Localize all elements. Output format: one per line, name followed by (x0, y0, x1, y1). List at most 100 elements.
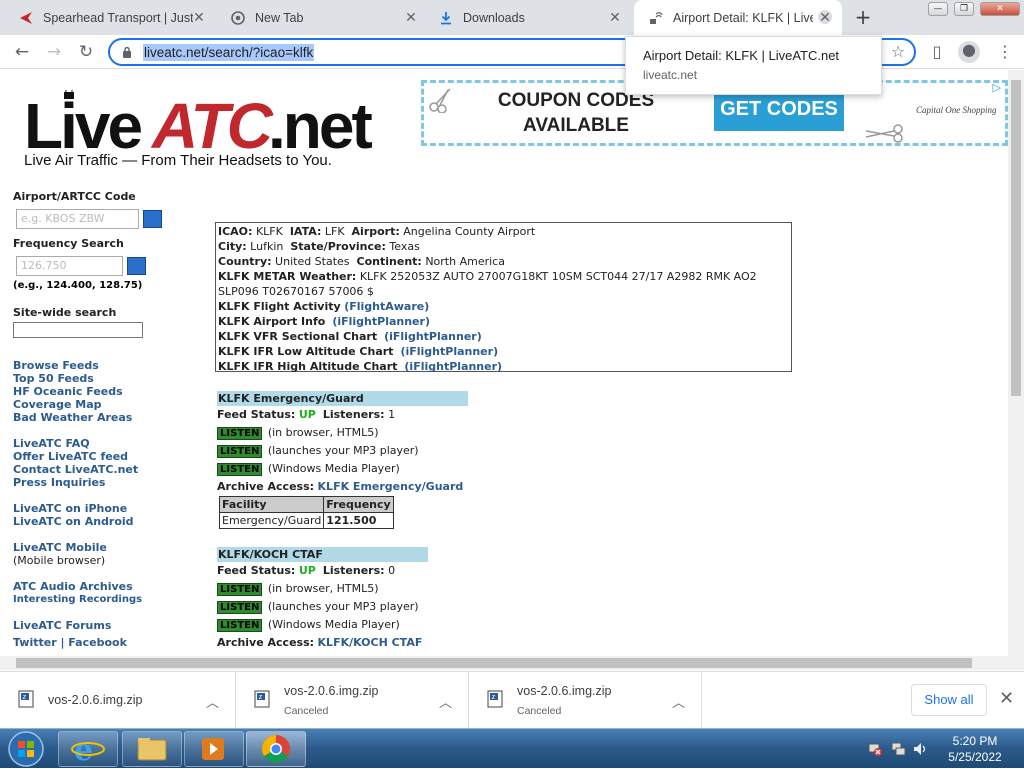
state-value: Texas (389, 240, 420, 253)
link-browse-feeds[interactable]: Browse Feeds (13, 359, 193, 372)
media-player-icon (202, 738, 224, 760)
tab-new-tab[interactable]: New Tab ✕ (216, 0, 428, 35)
ad-line-2: AVAILABLE (523, 115, 629, 136)
tab-spearhead[interactable]: Spearhead Transport | Just ✕ (4, 0, 216, 35)
system-clock[interactable]: 5:20 PM 5/25/2022 (930, 733, 1020, 765)
horizontal-scrollbar[interactable] (0, 656, 1008, 670)
link-contact[interactable]: Contact LiveATC.net (13, 463, 193, 476)
chevron-up-icon[interactable]: ︿ (672, 692, 685, 711)
svg-text:z: z (23, 693, 27, 701)
close-tab-icon[interactable]: ✕ (608, 10, 622, 24)
iflightplanner-link[interactable]: (iFlightPlanner) (400, 345, 498, 358)
continent-label: Continent: (356, 255, 422, 268)
info-row-ifr-low-chart: KLFK IFR Low Altitude Chart (iFlightPlan… (218, 344, 789, 359)
taskbar-chrome[interactable] (246, 731, 306, 767)
airport-code-input[interactable]: e.g. KBOS ZBW (16, 209, 139, 229)
link-offer-feed[interactable]: Offer LiveATC feed (13, 450, 193, 463)
side-panel-icon[interactable]: ▯ (928, 43, 946, 61)
search-go-icon[interactable] (143, 210, 162, 228)
chevron-up-icon[interactable]: ︿ (206, 692, 219, 711)
iflightplanner-link[interactable]: (iFlightPlanner) (404, 360, 502, 373)
taskbar-internet-explorer[interactable]: e (58, 731, 118, 768)
download-item[interactable]: z vos-2.0.6.img.zip Canceled ︿ (236, 672, 469, 729)
archive-link[interactable]: KLFK/KOCH CTAF (318, 636, 423, 649)
link-press-inquiries[interactable]: Press Inquiries (13, 476, 193, 489)
link-audio-archives[interactable]: ATC Audio Archives (13, 580, 193, 593)
link-interesting-recordings[interactable]: Interesting Recordings (13, 593, 193, 606)
link-forums[interactable]: LiveATC Forums (13, 619, 193, 632)
link-bad-weather-areas[interactable]: Bad Weather Areas (13, 411, 193, 424)
new-tab-button[interactable]: + (853, 7, 873, 27)
back-arrow-icon[interactable]: ← (12, 42, 32, 62)
link-faq[interactable]: LiveATC FAQ (13, 437, 193, 450)
close-window-button[interactable]: ✕ (980, 2, 1020, 16)
link-top-50-feeds[interactable]: Top 50 Feeds (13, 372, 193, 385)
info-row-codes: ICAO: KLFK IATA: LFK Airport: Angelina C… (218, 224, 789, 239)
url-text[interactable]: liveatc.net/search/?icao=klfk (143, 44, 315, 61)
info-row-flight-activity: KLFK Flight Activity (FlightAware) (218, 299, 789, 314)
listen-button[interactable]: LISTEN (217, 463, 263, 476)
taskbar-media-player[interactable] (184, 731, 244, 767)
tab-strip: Spearhead Transport | Just ✕ New Tab ✕ D… (0, 0, 1024, 35)
adchoices-icon[interactable]: ▷ (993, 81, 1001, 94)
listen-button[interactable]: LISTEN (217, 601, 263, 614)
link-iphone[interactable]: LiveATC on iPhone (13, 502, 193, 515)
listen-button[interactable]: LISTEN (217, 427, 263, 440)
continent-value: North America (425, 255, 505, 268)
tab-airport-detail[interactable]: Airport Detail: KLFK | LiveA ✕ (634, 0, 842, 35)
link-hf-oceanic-feeds[interactable]: HF Oceanic Feeds (13, 385, 193, 398)
close-icon[interactable]: ✕ (999, 688, 1014, 709)
link-mobile[interactable]: LiveATC Mobile (13, 541, 193, 554)
tab-downloads[interactable]: Downloads ✕ (424, 0, 632, 35)
scissors-icon (865, 124, 903, 143)
archive-link[interactable]: KLFK Emergency/Guard (318, 480, 464, 493)
icao-value: KLFK (255, 225, 283, 238)
archive-label: Archive Access: (217, 480, 315, 493)
download-status: Canceled (284, 705, 329, 717)
link-android[interactable]: LiveATC on Android (13, 515, 193, 528)
iflightplanner-link[interactable]: (iFlightPlanner) (384, 330, 482, 343)
download-filename: vos-2.0.6.img.zip (517, 684, 612, 698)
listen-button[interactable]: LISTEN (217, 445, 263, 458)
restore-button[interactable]: ❐ (954, 2, 974, 16)
search-go-icon[interactable] (127, 257, 146, 275)
listen-button[interactable]: LISTEN (217, 583, 263, 596)
download-icon (441, 11, 451, 24)
folder-icon (137, 738, 167, 761)
site-search-input[interactable] (13, 322, 143, 338)
iflightplanner-link[interactable]: (iFlightPlanner) (332, 315, 430, 328)
download-item[interactable]: z vos-2.0.6.img.zip Canceled ︿ (469, 672, 702, 729)
listen-button[interactable]: LISTEN (217, 619, 263, 632)
taskbar-file-explorer[interactable] (122, 731, 182, 767)
listen-option: LISTEN (launches your MP3 player) (217, 442, 517, 460)
scrollbar-thumb[interactable] (1011, 80, 1021, 396)
show-all-button[interactable]: Show all (911, 684, 987, 716)
network-icon[interactable] (890, 741, 906, 757)
link-social[interactable]: Twitter | Facebook (13, 636, 193, 649)
close-tab-icon[interactable]: ✕ (192, 10, 206, 24)
menu-kebab-icon[interactable]: ⋮ (996, 43, 1014, 61)
close-tab-icon[interactable]: ✕ (404, 10, 418, 24)
chevron-up-icon[interactable]: ︿ (439, 692, 452, 711)
forward-arrow-icon[interactable]: → (44, 42, 64, 62)
close-tab-icon[interactable]: ✕ (818, 10, 832, 24)
network-warning-icon[interactable] (867, 741, 883, 757)
flightaware-link[interactable]: (FlightAware) (344, 300, 429, 313)
info-row-city: City: Lufkin State/Province: Texas (218, 239, 789, 254)
airport-info-box: ICAO: KLFK IATA: LFK Airport: Angelina C… (215, 222, 792, 373)
scrollbar-thumb[interactable] (16, 658, 972, 668)
download-item[interactable]: z vos-2.0.6.img.zip ︿ (0, 672, 236, 729)
minimize-button[interactable]: — (928, 2, 948, 16)
star-bookmark-icon[interactable]: ☆ (889, 43, 907, 61)
clock-time: 5:20 PM (952, 734, 998, 748)
profile-avatar-icon[interactable]: ● (958, 41, 980, 63)
vertical-scrollbar[interactable] (1008, 70, 1024, 670)
reload-icon[interactable]: ↻ (76, 42, 96, 62)
volume-icon[interactable] (912, 741, 928, 757)
link-coverage-map[interactable]: Coverage Map (13, 398, 193, 411)
archive-label: Archive Access: (217, 636, 315, 649)
icao-label: ICAO: (218, 225, 253, 238)
windows-start-icon[interactable] (3, 730, 49, 768)
liveatc-logo[interactable]: Live ATC .net Live Air Traffic — From Th… (24, 90, 384, 170)
frequency-input[interactable]: 126.750 (16, 256, 123, 276)
